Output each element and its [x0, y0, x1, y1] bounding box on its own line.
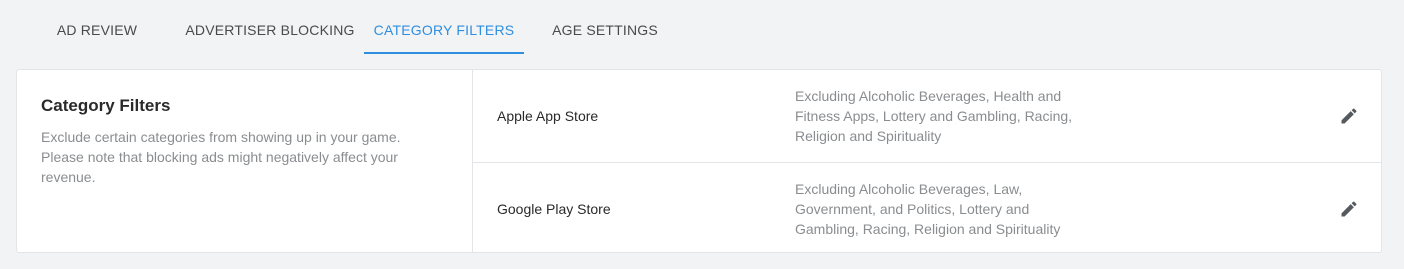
edit-google-button[interactable]	[1339, 199, 1359, 219]
pencil-icon	[1341, 200, 1357, 216]
pencil-icon	[1341, 108, 1357, 124]
store-exclusions: Excluding Alcoholic Beverages, Law, Gove…	[795, 180, 1061, 237]
tab-category-filters[interactable]: CATEGORY FILTERS	[364, 0, 524, 54]
edit-apple-button[interactable]	[1339, 106, 1359, 126]
store-exclusions: Excluding Alcoholic Beverages, Health an…	[795, 88, 1073, 144]
tab-advertiser-blocking[interactable]: ADVERTISER BLOCKING	[180, 0, 360, 54]
tab-bar: AD REVIEW ADVERTISER BLOCKING CATEGORY F…	[0, 0, 1404, 54]
store-list: Apple App Store Excluding Alcoholic Beve…	[473, 70, 1381, 252]
store-row-apple: Apple App Store Excluding Alcoholic Beve…	[473, 70, 1381, 163]
store-name: Google Play Store	[497, 200, 611, 217]
tab-ad-review[interactable]: AD REVIEW	[40, 0, 154, 54]
tab-age-settings[interactable]: AGE SETTINGS	[538, 0, 672, 54]
store-name: Apple App Store	[497, 108, 599, 124]
info-panel: Category Filters Exclude certain categor…	[17, 70, 473, 252]
panel-description: Exclude certain categories from showing …	[41, 129, 401, 185]
panel-title: Category Filters	[41, 96, 171, 115]
store-row-google: Google Play Store Excluding Alcoholic Be…	[473, 163, 1381, 252]
category-filters-card: Category Filters Exclude certain categor…	[16, 69, 1382, 253]
